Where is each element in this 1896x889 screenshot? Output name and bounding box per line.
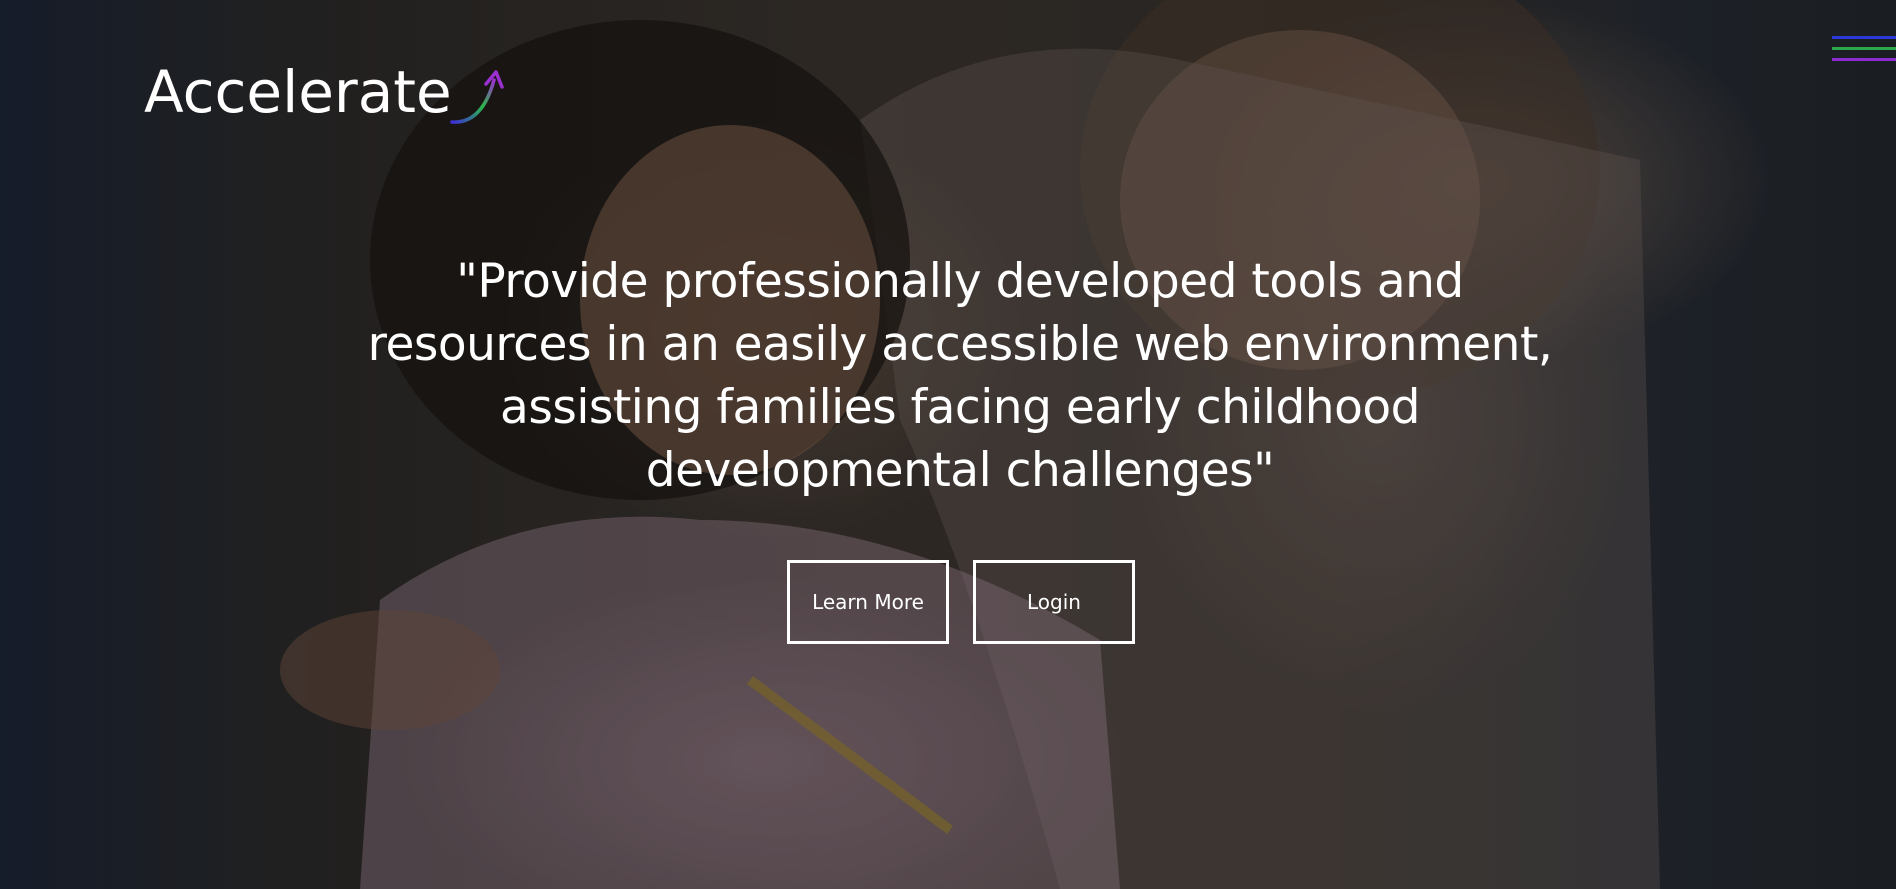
menu-bar-bottom xyxy=(1832,58,1896,61)
brand-logo[interactable]: Accelerate xyxy=(144,56,510,128)
hero-actions: Learn More Login xyxy=(787,560,1135,644)
learn-more-button[interactable]: Learn More xyxy=(787,560,949,644)
login-button[interactable]: Login xyxy=(973,560,1135,644)
hero-section: Accelerate "Provide professionally devel… xyxy=(0,0,1896,889)
rising-arrow-swoosh-icon xyxy=(449,70,504,124)
brand-logo-text: Accelerate xyxy=(144,58,452,126)
hamburger-menu-icon[interactable] xyxy=(1832,34,1896,66)
mission-statement: "Provide professionally developed tools … xyxy=(367,254,1553,498)
menu-bar-middle xyxy=(1832,47,1896,50)
menu-bar-top xyxy=(1832,36,1896,39)
